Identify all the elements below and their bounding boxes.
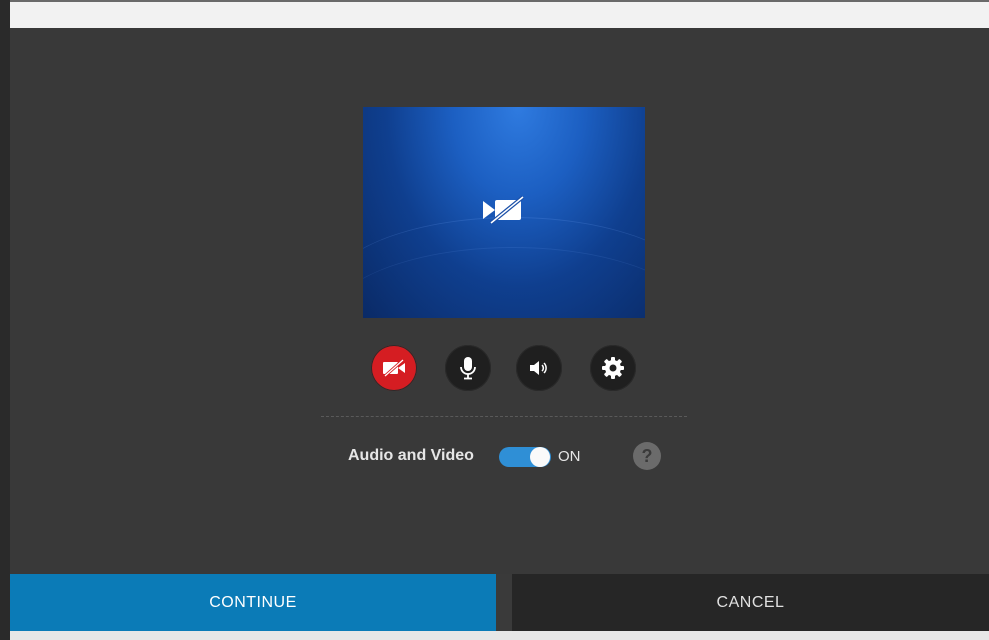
divider (321, 416, 687, 417)
audio-video-setting: Audio and Video ON ? (348, 442, 678, 470)
audio-video-toggle[interactable] (499, 447, 551, 467)
help-button[interactable]: ? (633, 442, 661, 470)
speaker-icon (530, 361, 547, 375)
speaker-button[interactable] (516, 345, 562, 391)
camera-toggle-button[interactable] (371, 345, 417, 391)
microphone-button[interactable] (445, 345, 491, 391)
video-off-icon (483, 195, 525, 225)
av-setup-dialog: Audio and Video ON ? CONTINUE CANCEL (10, 28, 989, 631)
cancel-button[interactable]: CANCEL (512, 574, 989, 631)
media-controls (371, 345, 641, 391)
toggle-knob (530, 447, 550, 467)
video-preview (363, 107, 645, 318)
video-off-icon (383, 359, 405, 377)
microphone-icon (460, 357, 476, 380)
continue-button[interactable]: CONTINUE (10, 574, 496, 631)
audio-video-label: Audio and Video (348, 447, 474, 464)
button-gap (496, 574, 512, 631)
toggle-state-text: ON (558, 448, 581, 465)
window-bottom-edge (10, 631, 989, 640)
gear-icon (602, 357, 624, 379)
window-top-bar (10, 0, 989, 28)
settings-button[interactable] (590, 345, 636, 391)
window-left-edge (0, 0, 10, 640)
